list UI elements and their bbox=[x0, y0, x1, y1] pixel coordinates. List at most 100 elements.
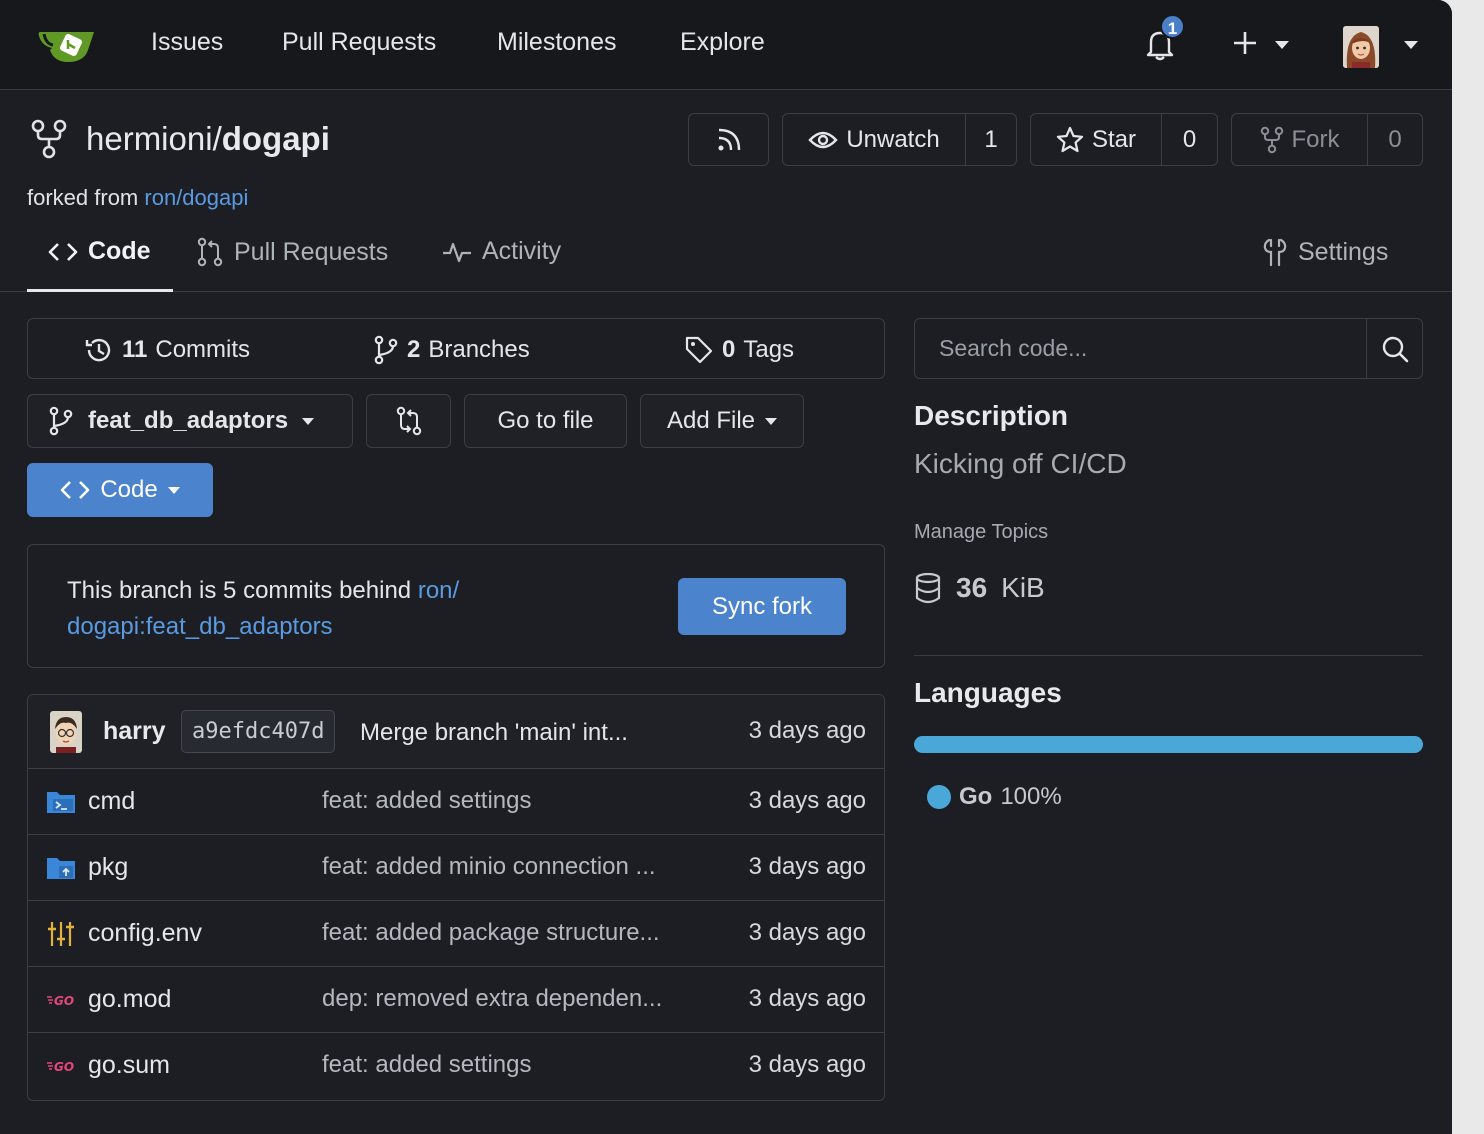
sync-fork-button[interactable]: Sync fork bbox=[678, 578, 846, 635]
database-icon bbox=[915, 572, 941, 604]
fork-button-group: Fork 0 bbox=[1231, 113, 1423, 166]
plus-icon[interactable] bbox=[1230, 28, 1260, 58]
add-file-label: Add File bbox=[666, 407, 756, 434]
svg-text:GO: GO bbox=[54, 1060, 74, 1074]
search-button[interactable] bbox=[1366, 319, 1423, 378]
star-label: Star bbox=[1091, 125, 1136, 153]
file-row[interactable]: pkg feat: added minio connection ... 3 d… bbox=[28, 835, 884, 901]
code-clone-button[interactable]: Code bbox=[27, 463, 213, 517]
add-file-button[interactable]: Add File bbox=[640, 394, 804, 448]
tab-pull-requests[interactable]: Pull Requests bbox=[196, 237, 388, 267]
tab-code[interactable]: Code bbox=[48, 237, 151, 266]
commit-author[interactable]: harry bbox=[103, 717, 166, 746]
file-commit-time: 3 days ago bbox=[748, 919, 866, 946]
sidebar-divider bbox=[914, 655, 1423, 656]
fork-icon bbox=[1260, 126, 1283, 153]
repo-stats-bar: 11 Commits 2 Branches 0 Tags bbox=[27, 318, 885, 379]
nav-issues[interactable]: Issues bbox=[151, 28, 223, 57]
chevron-down-icon bbox=[302, 417, 315, 425]
tab-pull-requests-label: Pull Requests bbox=[234, 237, 389, 266]
file-name[interactable]: pkg bbox=[88, 853, 128, 882]
commits-label: Commits bbox=[155, 336, 251, 363]
file-row[interactable]: config.env feat: added package structure… bbox=[28, 901, 884, 967]
forked-from: forked from ron/dogapi bbox=[27, 185, 248, 211]
file-row[interactable]: cmd feat: added settings 3 days ago bbox=[28, 769, 884, 835]
file-name[interactable]: go.sum bbox=[88, 1051, 170, 1080]
file-commit-message[interactable]: dep: removed extra dependen... bbox=[322, 985, 702, 1013]
file-name[interactable]: config.env bbox=[88, 919, 202, 948]
file-name[interactable]: cmd bbox=[88, 787, 135, 816]
watch-count[interactable]: 1 bbox=[965, 114, 1016, 165]
fork-icon bbox=[31, 119, 67, 159]
behind-text: This branch is 5 commits behind bbox=[67, 577, 412, 604]
tools-icon bbox=[1263, 238, 1287, 267]
pull-request-icon bbox=[197, 237, 223, 267]
gitea-logo[interactable] bbox=[38, 24, 96, 64]
file-name[interactable]: go.mod bbox=[88, 985, 171, 1014]
code-search-input[interactable] bbox=[915, 319, 1366, 378]
tab-settings-label: Settings bbox=[1298, 237, 1389, 266]
rss-button[interactable] bbox=[688, 113, 769, 166]
tag-icon bbox=[685, 336, 713, 364]
description-heading: Description bbox=[914, 400, 1069, 431]
watch-button-group: Unwatch 1 bbox=[782, 113, 1017, 166]
nav-pull-requests[interactable]: Pull Requests bbox=[282, 28, 436, 57]
tags-link[interactable]: 0 Tags bbox=[684, 335, 794, 365]
unwatch-button[interactable]: Unwatch bbox=[783, 114, 965, 165]
code-button-label: Code bbox=[100, 476, 158, 503]
forked-prefix: forked from bbox=[27, 185, 139, 210]
branch-icon bbox=[374, 335, 398, 365]
tags-count: 0 bbox=[722, 336, 736, 363]
star-count[interactable]: 0 bbox=[1161, 114, 1217, 165]
chevron-down-icon[interactable] bbox=[1404, 41, 1418, 49]
star-button[interactable]: Star bbox=[1031, 114, 1161, 165]
svg-text:GO: GO bbox=[54, 994, 74, 1008]
fork-label: Fork bbox=[1291, 125, 1340, 153]
branches-link[interactable]: 2 Branches bbox=[373, 335, 530, 365]
tab-code-label: Code bbox=[88, 237, 151, 265]
latest-commit-row: harry a9efdc407d Merge branch 'main' int… bbox=[28, 695, 884, 769]
compare-icon bbox=[396, 406, 421, 436]
behind-message: This branch is 5 commits behind ron/ dog… bbox=[67, 573, 537, 645]
commits-count: 11 bbox=[122, 336, 148, 363]
repo-tabs: Code Pull Requests Activity Settings bbox=[0, 225, 1452, 292]
pulse-icon bbox=[443, 242, 471, 262]
branch-selector[interactable]: feat_db_adaptors bbox=[27, 394, 353, 448]
file-table: harry a9efdc407d Merge branch 'main' int… bbox=[27, 694, 885, 1101]
file-row[interactable]: GO go.mod dep: removed extra dependen...… bbox=[28, 967, 884, 1033]
repo-title: hermioni/dogapi bbox=[86, 120, 330, 158]
user-avatar[interactable] bbox=[1343, 26, 1379, 68]
rss-icon bbox=[718, 128, 740, 150]
compare-button[interactable] bbox=[366, 394, 451, 448]
nav-explore[interactable]: Explore bbox=[680, 28, 765, 57]
commit-sha[interactable]: a9efdc407d bbox=[181, 710, 336, 753]
top-navbar: Issues Pull Requests Milestones Explore … bbox=[0, 0, 1452, 90]
commit-message[interactable]: Merge branch 'main' int... bbox=[360, 719, 628, 747]
file-commit-message[interactable]: feat: added minio connection ... bbox=[322, 853, 702, 881]
code-search bbox=[914, 318, 1423, 379]
file-commit-time: 3 days ago bbox=[748, 1051, 866, 1078]
repo-owner-link[interactable]: hermioni bbox=[86, 120, 213, 157]
file-commit-message[interactable]: feat: added settings bbox=[322, 787, 702, 815]
go-to-file-button[interactable]: Go to file bbox=[464, 394, 627, 448]
active-tab-indicator bbox=[27, 289, 173, 292]
branch-behind-notice: This branch is 5 commits behind ron/ dog… bbox=[27, 544, 885, 668]
code-icon bbox=[61, 481, 90, 499]
file-commit-time: 3 days ago bbox=[748, 787, 866, 814]
file-row[interactable]: GO go.sum feat: added settings 3 days ag… bbox=[28, 1033, 884, 1099]
chevron-down-icon[interactable] bbox=[1275, 41, 1289, 49]
branch-name: feat_db_adaptors bbox=[88, 407, 289, 434]
nav-milestones[interactable]: Milestones bbox=[497, 28, 617, 57]
fork-count[interactable]: 0 bbox=[1367, 114, 1422, 165]
tab-activity[interactable]: Activity bbox=[442, 237, 561, 266]
repo-name-link[interactable]: dogapi bbox=[222, 120, 330, 157]
file-commit-time: 3 days ago bbox=[748, 853, 866, 880]
manage-topics-link[interactable]: Manage Topics bbox=[914, 521, 1048, 544]
commit-author-avatar[interactable] bbox=[50, 711, 82, 753]
fork-button[interactable]: Fork bbox=[1232, 114, 1367, 165]
commits-link[interactable]: 11 Commits bbox=[84, 335, 250, 365]
forked-from-link[interactable]: ron/dogapi bbox=[144, 185, 248, 210]
tab-settings[interactable]: Settings bbox=[1262, 237, 1388, 267]
file-commit-message[interactable]: feat: added package structure... bbox=[322, 919, 702, 947]
file-commit-message[interactable]: feat: added settings bbox=[322, 1051, 702, 1079]
